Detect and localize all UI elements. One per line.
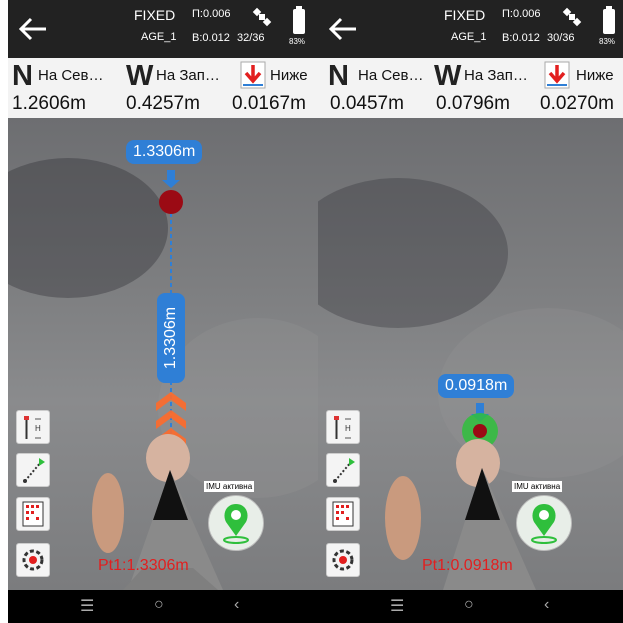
target-point xyxy=(159,190,183,214)
hand xyxy=(146,434,190,482)
stakeout-line-button[interactable] xyxy=(16,453,50,487)
location-pin-icon xyxy=(223,504,249,544)
recent-apps-icon[interactable]: ☰ xyxy=(390,596,404,616)
satellite-count: 30/36 xyxy=(547,32,575,44)
compass-button[interactable] xyxy=(516,495,572,551)
north-label: На Сев… xyxy=(38,67,104,84)
west-value: 0.0796m xyxy=(436,93,510,114)
nav-back-icon[interactable]: ‹ xyxy=(234,596,239,614)
hand xyxy=(456,439,500,487)
vertical-label: Ниже xyxy=(270,67,308,84)
svg-text:H: H xyxy=(345,424,351,433)
deviation-panel: N На Сев… W На Зап… Ниже 0.0457m 0.0796m… xyxy=(318,58,623,118)
point-list-button[interactable] xyxy=(16,497,50,531)
point-list-icon xyxy=(22,501,44,527)
vertical-value: 0.0167m xyxy=(232,93,306,114)
battery-percent: 83% xyxy=(599,37,616,46)
fix-status: FIXED xyxy=(444,7,486,23)
settings-button[interactable] xyxy=(326,543,360,577)
north-value: 0.0457m xyxy=(330,93,404,114)
deviation-panel: N На Сев… W На Зап… Ниже 1.2606m 0.4257m… xyxy=(8,58,318,118)
battery-icon xyxy=(293,6,305,34)
gear-icon xyxy=(332,549,354,571)
android-nav-bar: ☰ ○ ‹ xyxy=(8,590,318,623)
settings-button[interactable] xyxy=(16,543,50,577)
back-arrow-icon[interactable] xyxy=(16,14,50,44)
screen-right: FIXED AGE_1 П:0.006 B:0.012 30/36 83% N … xyxy=(318,0,623,623)
chevron-icon xyxy=(156,392,186,411)
antenna-height-button[interactable]: H xyxy=(326,410,360,444)
stakeout-line-icon xyxy=(23,458,45,483)
age-status: AGE_1 xyxy=(451,31,487,43)
battery-icon xyxy=(603,6,615,34)
west-letter: W xyxy=(434,60,462,92)
satellite-icon xyxy=(562,7,582,27)
location-pin-icon xyxy=(531,504,557,544)
north-letter: N xyxy=(12,60,33,92)
satellite-icon xyxy=(252,7,272,27)
north-label: На Сев… xyxy=(358,67,424,84)
antenna-height-icon: H xyxy=(334,416,351,439)
recent-apps-icon[interactable]: ☰ xyxy=(80,596,94,616)
target-point xyxy=(473,424,487,438)
satellite-count: 32/36 xyxy=(237,32,265,44)
camera-view: 1.3306m 1.3306m xyxy=(8,118,318,590)
foot xyxy=(92,473,124,553)
foot xyxy=(385,476,421,560)
vertical-distance-badge: 1.3306m xyxy=(157,293,185,383)
vertical-value: 0.0270m xyxy=(540,93,614,114)
stakeout-line-button[interactable] xyxy=(326,453,360,487)
home-icon[interactable]: ○ xyxy=(154,596,164,614)
pdop-value: П:0.006 xyxy=(192,8,231,20)
nav-back-icon[interactable]: ‹ xyxy=(544,596,549,614)
point-list-icon xyxy=(332,501,354,527)
target-arrow-icon xyxy=(162,170,180,188)
antenna-height-button[interactable]: H xyxy=(16,410,50,444)
north-value: 1.2606m xyxy=(12,93,86,114)
compass-button[interactable] xyxy=(208,495,264,551)
guidance-overlay xyxy=(385,403,536,590)
point-distance: Pt1:1.3306m xyxy=(98,557,189,574)
android-nav-bar: ☰ ○ ‹ xyxy=(318,590,623,623)
west-label: На Зап… xyxy=(156,67,220,84)
svg-text:H: H xyxy=(35,424,41,433)
bdop-value: B:0.012 xyxy=(502,32,540,44)
vertical-distance-label: 1.3306m xyxy=(162,306,179,370)
age-status: AGE_1 xyxy=(141,31,177,43)
point-list-button[interactable] xyxy=(326,497,360,531)
distance-label-top: 1.3306m xyxy=(126,140,203,164)
west-value: 0.4257m xyxy=(126,93,200,114)
distance-label-top: 0.0918m xyxy=(438,374,515,398)
status-bar: FIXED AGE_1 П:0.006 B:0.012 32/36 83% xyxy=(8,0,318,58)
west-label: На Зап… xyxy=(464,67,528,84)
camera-view: 0.0918m xyxy=(318,118,623,590)
imu-status: IMU активна xyxy=(204,481,255,492)
home-icon[interactable]: ○ xyxy=(464,596,474,614)
fix-status: FIXED xyxy=(134,7,176,23)
pdop-value: П:0.006 xyxy=(502,8,541,20)
bdop-value: B:0.012 xyxy=(192,32,230,44)
battery-percent: 83% xyxy=(289,37,306,46)
point-distance: Pt1:0.0918m xyxy=(422,557,513,574)
west-letter: W xyxy=(126,60,154,92)
down-arrow-icon xyxy=(544,61,570,89)
back-arrow-icon[interactable] xyxy=(326,14,360,44)
down-arrow-icon xyxy=(240,61,266,89)
gear-icon xyxy=(22,549,44,571)
status-bar: FIXED AGE_1 П:0.006 B:0.012 30/36 83% xyxy=(318,0,623,58)
north-letter: N xyxy=(328,60,349,92)
imu-status: IMU активна xyxy=(512,481,563,492)
screen-left: FIXED AGE_1 П:0.006 B:0.012 32/36 83% N … xyxy=(8,0,318,623)
stakeout-line-icon xyxy=(333,458,355,483)
antenna-height-icon: H xyxy=(24,416,41,439)
vertical-label: Ниже xyxy=(576,67,614,84)
